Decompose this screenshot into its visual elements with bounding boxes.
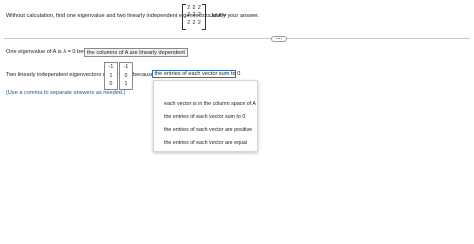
matrix-a: 2 2 2 2 2 2 2 2 2: [182, 4, 206, 30]
dropdown-option[interactable]: each vector is in the column space of A: [164, 101, 256, 107]
dropdown-option[interactable]: the entries of each vector are equal: [164, 140, 247, 146]
matrix-grid: 2 2 2 2 2 2 2 2 2: [186, 5, 202, 26]
eigenvalue-reason-select[interactable]: the columns of A are linearly dependent: [84, 48, 188, 57]
vector-entry: -1: [108, 64, 114, 70]
right-bracket: [202, 4, 206, 30]
dropdown-option[interactable]: the entries of each vector are positive: [164, 127, 252, 133]
vector-entry: 0: [124, 72, 128, 79]
eigenvalue-answer[interactable]: 0: [72, 49, 75, 55]
vector-entry: 1: [124, 81, 128, 88]
section-divider: [4, 38, 470, 39]
question-suffix: . Justify your answer.: [207, 13, 260, 19]
vector-entry: 1: [109, 72, 113, 79]
eigenvector-2-input[interactable]: -1 0 1: [119, 62, 133, 90]
hint-text: (Use a comma to separate answers as need…: [6, 90, 126, 96]
expand-handle-icon[interactable]: [271, 35, 287, 42]
vector-entry: -1: [123, 64, 129, 70]
eigenvector-1-input[interactable]: -1 1 0: [104, 62, 118, 90]
dropdown-menu: each vector is in the column space of A …: [153, 80, 258, 152]
vector-entry: 0: [109, 81, 113, 88]
eigenvectors-because: because: [133, 72, 155, 78]
eigenvector-reason-dropdown[interactable]: the entries of each vector sum to 0: [152, 70, 240, 78]
eigenvalue-prefix: One eigenvalue of A is λ =: [6, 49, 71, 55]
dropdown-option[interactable]: the entries of each vector sum to 0: [164, 114, 245, 120]
